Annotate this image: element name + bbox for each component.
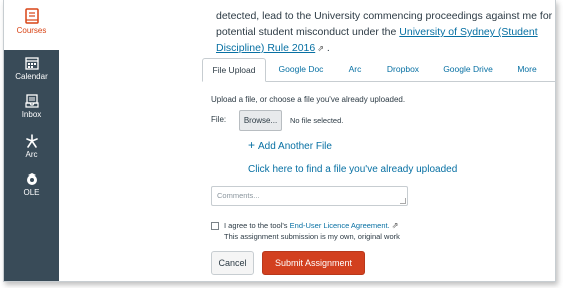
submission-tabs: File Upload Google Doc Arc Dropbox Googl…: [202, 58, 555, 82]
resize-grip-icon[interactable]: [400, 198, 406, 204]
nav-label-arc: Arc: [25, 150, 38, 159]
global-nav: Courses Calendar Inbox Arc OLE: [4, 0, 59, 281]
tab-arc[interactable]: Arc: [336, 58, 374, 82]
file-status: No file selected.: [290, 116, 344, 125]
external-link-icon: ⇗: [391, 221, 399, 230]
nav-item-courses[interactable]: Courses: [4, 8, 59, 35]
inbox-icon: [24, 94, 39, 108]
book-icon: [24, 8, 39, 24]
statement-line-1: detected, lead to the University commenc…: [216, 10, 553, 22]
honesty-statement: detected, lead to the University commenc…: [216, 8, 555, 57]
nav-label-inbox: Inbox: [21, 110, 42, 119]
nav-item-arc[interactable]: Arc: [4, 134, 59, 159]
add-another-file-link[interactable]: + Add Another File: [248, 138, 332, 152]
find-uploaded-file-link[interactable]: Click here to find a file you've already…: [248, 164, 457, 175]
tab-google-drive[interactable]: Google Drive: [432, 58, 504, 82]
eula-checkbox[interactable]: [211, 222, 219, 230]
nav-item-ole[interactable]: OLE: [4, 172, 59, 197]
cancel-button[interactable]: Cancel: [211, 251, 254, 275]
add-another-file-label: Add Another File: [258, 141, 332, 152]
file-label: File:: [211, 115, 227, 124]
statement-suffix: .: [323, 42, 330, 54]
nav-item-calendar[interactable]: Calendar: [4, 56, 59, 81]
eula-line-1: I agree to the tool's End-User Licence A…: [224, 220, 400, 231]
calendar-icon: [24, 57, 39, 70]
upload-instruction: Upload a file, or choose a file you've a…: [211, 95, 406, 104]
comments-placeholder: Comments...: [217, 191, 260, 200]
tab-file-upload[interactable]: File Upload: [202, 58, 266, 82]
comments-textarea[interactable]: Comments...: [211, 186, 408, 206]
eula-prefix: I agree to the tool's: [224, 221, 290, 230]
nav-item-inbox[interactable]: Inbox: [4, 94, 59, 119]
main-content: detected, lead to the University commenc…: [59, 0, 555, 281]
submit-assignment-button[interactable]: Submit Assignment: [262, 251, 365, 275]
nav-label-calendar: Calendar: [15, 72, 48, 81]
eula-statement: I agree to the tool's End-User Licence A…: [224, 220, 400, 242]
file-upload-panel: Upload a file, or choose a file you've a…: [202, 82, 555, 281]
ole-icon: [26, 173, 37, 185]
external-link-icon: ⇗: [317, 44, 324, 53]
eula-link[interactable]: End-User Licence Agreement.: [290, 221, 390, 230]
tab-dropbox[interactable]: Dropbox: [374, 58, 432, 82]
tab-google-doc[interactable]: Google Doc: [266, 58, 336, 82]
tab-more[interactable]: More: [504, 58, 550, 82]
statement-line-2-text: potential student misconduct under the: [216, 26, 400, 38]
nav-label-courses: Courses: [16, 26, 47, 35]
plus-icon: +: [248, 138, 256, 152]
arc-icon: [25, 134, 38, 148]
statement-line-2: potential student misconduct under the U…: [216, 24, 555, 57]
app-frame: Courses Calendar Inbox Arc OLE detected,…: [3, 0, 556, 282]
eula-line-2: This assignment submission is my own, or…: [224, 232, 400, 241]
nav-label-ole: OLE: [23, 188, 40, 197]
browse-button[interactable]: Browse...: [239, 110, 282, 131]
